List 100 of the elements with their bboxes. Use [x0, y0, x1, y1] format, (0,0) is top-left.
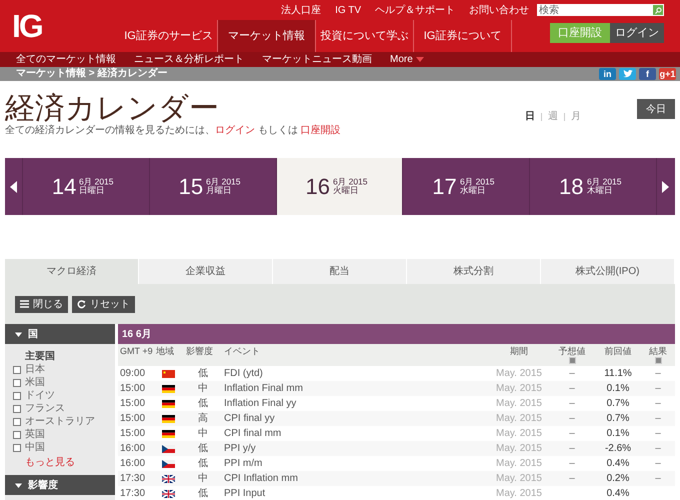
twitter-icon[interactable] — [619, 68, 636, 80]
category-tab[interactable]: 企業収益 — [139, 259, 273, 284]
time-cell-text: 15:00 — [119, 382, 146, 396]
close-button[interactable]: 閉じる — [15, 296, 68, 312]
sub-nav-link[interactable]: マーケットニュース動画 — [262, 54, 372, 64]
checkbox[interactable] — [13, 404, 21, 412]
column-header: イベント — [224, 346, 260, 356]
period-cell-text: May. 2015 — [495, 367, 543, 381]
checkbox[interactable] — [13, 378, 21, 386]
forecast-cell: – — [569, 458, 575, 469]
impact-cell-text: 低 — [197, 457, 209, 471]
checkbox[interactable] — [13, 418, 21, 426]
period-cell-text: May. 2015 — [495, 412, 543, 426]
reset-button[interactable]: リセット — [72, 296, 135, 312]
top-link[interactable]: 法人口座 — [281, 2, 322, 18]
previous-cell: 0.7% — [606, 398, 630, 409]
column-header: 地域 — [156, 346, 174, 356]
category-tab[interactable]: 配当 — [273, 259, 407, 284]
period-cell-text: May. 2015 — [495, 427, 543, 441]
forecast-cell: – — [569, 398, 575, 409]
search-field[interactable]: 検索 — [537, 4, 652, 16]
category-tab[interactable]: 株式分割 — [407, 259, 541, 284]
country-label: 英国 — [25, 430, 45, 440]
column-header: 予想値 — [558, 346, 586, 356]
previous-cell: 0.2% — [606, 473, 630, 484]
forecast-cell: – — [569, 413, 575, 424]
previous-cell: 0.1% — [606, 428, 630, 439]
column-header: 影響度 — [186, 346, 213, 356]
period-cell-text: May. 2015 — [495, 397, 543, 411]
previous-cell: 0.4% — [606, 458, 630, 469]
column-header: 期間 — [510, 346, 528, 356]
top-link[interactable]: IG TV — [335, 2, 361, 18]
actual-cell: – — [655, 458, 661, 469]
column-header: 結果 — [649, 346, 667, 356]
column-header: 前回値 — [604, 346, 632, 356]
actual-cell: – — [655, 398, 661, 409]
time-cell-text: 15:00 — [119, 427, 146, 441]
checkbox[interactable] — [13, 392, 21, 400]
category-tab[interactable]: マクロ経済 — [5, 259, 139, 284]
signup-link[interactable]: 口座開設 — [300, 125, 341, 136]
impact-cell-text: 中 — [197, 382, 209, 396]
nav-tab[interactable]: マーケット情報 — [218, 20, 316, 52]
time-cell-text: 15:00 — [119, 412, 146, 426]
toggle-icon[interactable] — [568, 357, 576, 364]
time-cell-text: 17:30 — [119, 472, 146, 486]
forecast-cell: – — [569, 428, 575, 439]
page-title: 経済カレンダー — [5, 93, 220, 125]
actual-cell: – — [655, 428, 661, 439]
time-cell-text: 16:00 — [119, 442, 146, 456]
country-label: オーストラリア — [25, 416, 95, 426]
category-tab[interactable]: 株式公開(IPO) — [541, 259, 675, 284]
event-cell-text: CPI final yy — [223, 412, 276, 426]
country-label: フランス — [25, 404, 65, 414]
filter-header[interactable]: 国 — [5, 324, 115, 344]
top-link[interactable]: お問い合わせ — [469, 2, 529, 18]
view-tab[interactable]: 日 — [525, 109, 535, 124]
sub-nav-link[interactable]: ニュース＆分析レポート — [134, 54, 244, 64]
toggle-icon[interactable] — [654, 357, 662, 364]
time-cell-text: 16:00 — [119, 457, 146, 471]
ig-logo[interactable]: IG — [12, 10, 42, 42]
sub-nav-link[interactable]: 全てのマーケット情報 — [16, 54, 116, 64]
actual-cell: – — [655, 413, 661, 424]
previous-cell: 0.7% — [606, 413, 630, 424]
impact-cell-text: 中 — [197, 472, 209, 486]
google-plus-icon[interactable]: g+1 — [659, 68, 676, 80]
event-cell-text: Inflation Final mm — [223, 382, 304, 396]
previous-cell: -2.6% — [604, 443, 632, 454]
today-button[interactable]: 今日 — [637, 99, 675, 119]
show-more-link[interactable]: もっと見る — [13, 454, 115, 469]
checkbox[interactable] — [13, 444, 21, 452]
breadcrumb[interactable]: マーケット情報 > 経済カレンダー — [16, 69, 168, 79]
event-cell-text: PPI Input — [223, 487, 266, 500]
linkedin-icon[interactable]: in — [599, 68, 616, 80]
impact-cell-text: 高 — [197, 412, 209, 426]
event-cell-text: FDI (ytd) — [223, 367, 264, 381]
more-link[interactable]: More — [390, 54, 424, 64]
login-button[interactable]: ログイン — [610, 23, 664, 43]
forecast-cell: – — [569, 383, 575, 394]
login-link[interactable]: ログイン — [215, 125, 255, 136]
filter-header[interactable]: 影響度 — [5, 475, 115, 495]
previous-cell: 11.1% — [604, 368, 632, 379]
period-cell-text: May. 2015 — [495, 457, 543, 471]
search-icon[interactable] — [652, 4, 664, 16]
actual-cell: – — [655, 443, 661, 454]
facebook-icon[interactable]: f — [639, 68, 656, 80]
event-cell-text: PPI m/m — [223, 457, 264, 471]
checkbox[interactable] — [13, 366, 21, 374]
impact-cell-text: 低 — [197, 397, 209, 411]
impact-cell-text: 低 — [197, 367, 209, 381]
login-notice: 全ての経済カレンダーの情報を見るためには、ログイン もしくは 口座開設 — [5, 125, 341, 137]
period-cell-text: May. 2015 — [495, 442, 543, 456]
checkbox[interactable] — [13, 430, 21, 438]
previous-cell: 0.4% — [606, 488, 630, 499]
impact-cell-text: 低 — [197, 487, 209, 500]
forecast-cell: – — [569, 443, 575, 454]
time-cell-text: 15:00 — [119, 397, 146, 411]
country-label: 米国 — [25, 378, 45, 388]
top-link[interactable]: ヘルプ＆サポート — [375, 2, 455, 18]
period-cell-text: May. 2015 — [495, 472, 543, 486]
event-cell-text: PPI y/y — [223, 442, 257, 456]
